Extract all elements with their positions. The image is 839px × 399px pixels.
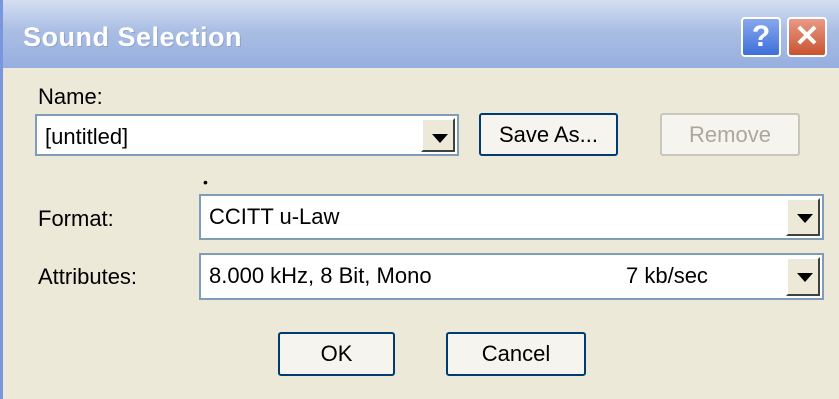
attributes-combobox[interactable]: 8.000 kHz, 8 Bit, Mono 7 kb/sec [199, 253, 824, 300]
attributes-dropdown-icon[interactable] [786, 257, 820, 296]
save-as-button[interactable]: Save As... [479, 113, 618, 156]
format-value: CCITT u-Law [209, 204, 340, 229]
name-label: Name: [38, 84, 103, 109]
name-combobox[interactable]: [untitled] [35, 114, 459, 156]
marker-dot: • [203, 174, 208, 190]
ok-label: OK [320, 341, 353, 366]
remove-label: Remove [689, 122, 771, 147]
cancel-label: Cancel [481, 341, 551, 366]
cancel-button[interactable]: Cancel [446, 332, 586, 376]
close-icon: ✕ [794, 20, 820, 53]
close-button[interactable]: ✕ [787, 17, 827, 57]
attributes-value: 8.000 kHz, 8 Bit, Mono [209, 263, 432, 288]
help-button[interactable]: ? [741, 17, 781, 57]
sound-selection-dialog: Sound Selection ? ✕ Name: [untitled] Sav… [0, 0, 839, 399]
window-title: Sound Selection [23, 22, 243, 52]
save-as-label: Save As... [498, 122, 599, 147]
attributes-rate: 7 kb/sec [626, 263, 708, 288]
name-dropdown-icon[interactable] [421, 118, 455, 152]
format-label: Format: [38, 206, 114, 231]
remove-button[interactable]: Remove [660, 113, 800, 156]
ok-button[interactable]: OK [278, 332, 395, 376]
title-bar[interactable]: Sound Selection ? ✕ [3, 0, 839, 68]
format-combobox[interactable]: CCITT u-Law [199, 194, 824, 240]
attributes-label: Attributes: [38, 264, 138, 289]
format-dropdown-icon[interactable] [786, 198, 820, 236]
help-icon: ? [751, 20, 771, 53]
name-value: [untitled] [45, 124, 129, 149]
